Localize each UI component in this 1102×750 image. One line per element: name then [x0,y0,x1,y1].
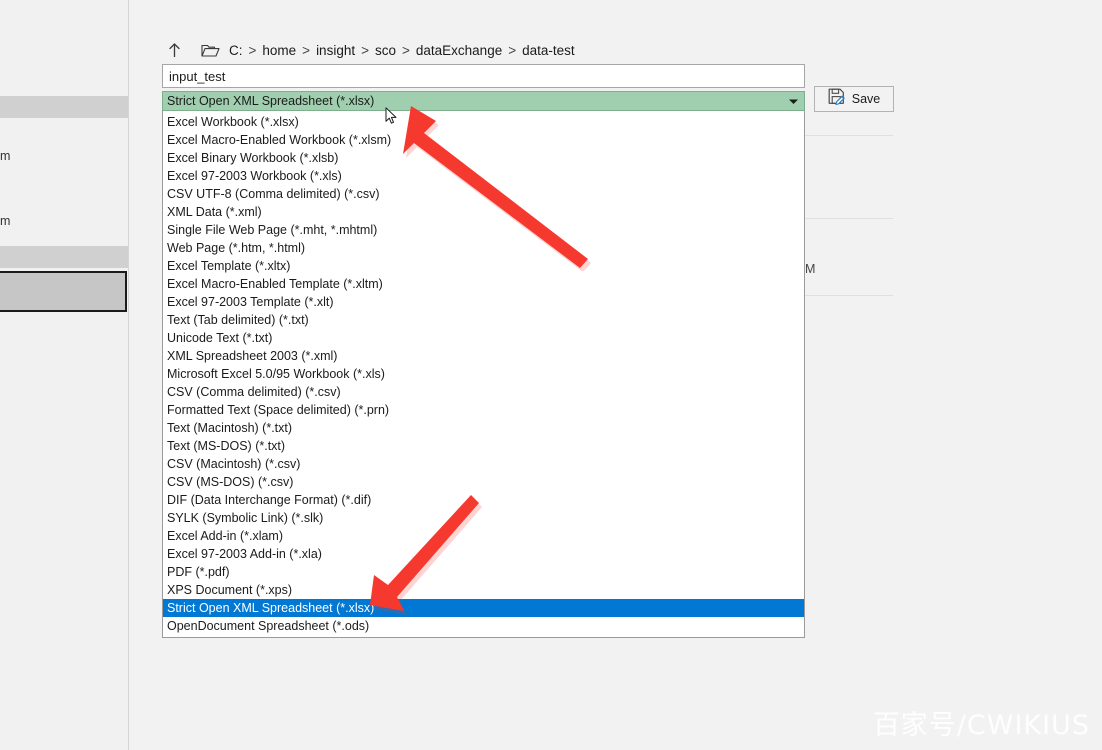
folder-icon [195,43,225,58]
right-background-panel: M [805,0,1102,750]
divider [805,295,893,296]
filetype-option[interactable]: Excel Binary Workbook (*.xlsb) [163,149,804,167]
filetype-option[interactable]: Single File Web Page (*.mht, *.mhtml) [163,221,804,239]
breadcrumb-separator: > [508,42,517,58]
filetype-option[interactable]: Excel 97-2003 Template (*.xlt) [163,293,804,311]
filetype-option[interactable]: Formatted Text (Space delimited) (*.prn) [163,401,804,419]
filetype-option[interactable]: Web Page (*.htm, *.html) [163,239,804,257]
filetype-option[interactable]: Text (MS-DOS) (*.txt) [163,437,804,455]
breadcrumb-separator: > [402,42,410,58]
save-disk-pencil-icon [828,88,845,110]
breadcrumb-separator: > [248,42,257,58]
breadcrumb-item-insight[interactable]: insight [316,43,355,58]
filetype-option[interactable]: Excel Macro-Enabled Workbook (*.xlsm) [163,131,804,149]
filetype-option[interactable]: PDF (*.pdf) [163,563,804,581]
panel-band [0,96,128,118]
filetype-option[interactable]: CSV (Comma delimited) (*.csv) [163,383,804,401]
filetype-option[interactable]: XML Spreadsheet 2003 (*.xml) [163,347,804,365]
filetype-option[interactable]: Text (Macintosh) (*.txt) [163,419,804,437]
filename-input[interactable] [162,64,805,88]
filetype-dropdown-list[interactable]: Excel Workbook (*.xlsx) Excel Macro-Enabl… [162,111,805,638]
divider [805,218,893,219]
breadcrumb-trail: C: > home > insight > sco > dataExchange… [229,43,575,58]
breadcrumb-item-sco[interactable]: sco [375,43,396,58]
save-button[interactable]: Save [814,86,894,112]
left-background-panel: m m [0,0,129,750]
filetype-option[interactable]: XML Data (*.xml) [163,203,804,221]
filetype-option[interactable]: Excel 97-2003 Workbook (*.xls) [163,167,804,185]
filetype-option[interactable]: Microsoft Excel 5.0/95 Workbook (*.xls) [163,365,804,383]
panel-text-fragment: m [0,214,11,228]
filetype-option[interactable]: Excel 97-2003 Add-in (*.xla) [163,545,804,563]
chevron-down-icon[interactable] [782,98,804,105]
breadcrumb-item-home[interactable]: home [262,43,296,58]
filetype-option[interactable]: Excel Template (*.xltx) [163,257,804,275]
filetype-combobox-value: Strict Open XML Spreadsheet (*.xlsx) [167,94,375,108]
breadcrumb-separator: > [302,42,311,58]
filetype-option[interactable]: SYLK (Symbolic Link) (*.slk) [163,509,804,527]
filetype-option-selected[interactable]: Strict Open XML Spreadsheet (*.xlsx) [163,599,804,617]
filetype-option[interactable]: Unicode Text (*.txt) [163,329,804,347]
filetype-option[interactable]: Excel Add-in (*.xlam) [163,527,804,545]
filetype-option[interactable]: CSV UTF-8 (Comma delimited) (*.csv) [163,185,804,203]
breadcrumb-item-drive[interactable]: C: [229,43,243,58]
breadcrumb-item-dataexchange[interactable]: dataExchange [416,43,502,58]
breadcrumb-item-data-test[interactable]: data-test [522,43,575,58]
filetype-option[interactable]: Excel Macro-Enabled Template (*.xltm) [163,275,804,293]
filetype-option[interactable]: CSV (MS-DOS) (*.csv) [163,473,804,491]
panel-text-fragment: m [0,149,11,163]
filetype-option[interactable]: CSV (Macintosh) (*.csv) [163,455,804,473]
filetype-option[interactable]: Excel Workbook (*.xlsx) [163,113,804,131]
save-as-dialog: C: > home > insight > sco > dataExchange… [161,0,894,750]
watermark: 百家号/CWIKIUS [872,710,1090,741]
panel-selected-box[interactable] [0,271,127,312]
up-arrow-icon[interactable] [161,42,187,59]
filetype-option[interactable]: Text (Tab delimited) (*.txt) [163,311,804,329]
filetype-combobox[interactable]: Strict Open XML Spreadsheet (*.xlsx) [162,91,805,111]
filetype-option[interactable]: XPS Document (*.xps) [163,581,804,599]
breadcrumb-separator: > [361,42,369,58]
filetype-option[interactable]: OpenDocument Spreadsheet (*.ods) [163,617,804,635]
panel-band [0,246,128,268]
divider [805,135,893,136]
save-button-label: Save [851,92,881,106]
filetype-option[interactable]: DIF (Data Interchange Format) (*.dif) [163,491,804,509]
breadcrumb: C: > home > insight > sco > dataExchange… [161,36,575,64]
